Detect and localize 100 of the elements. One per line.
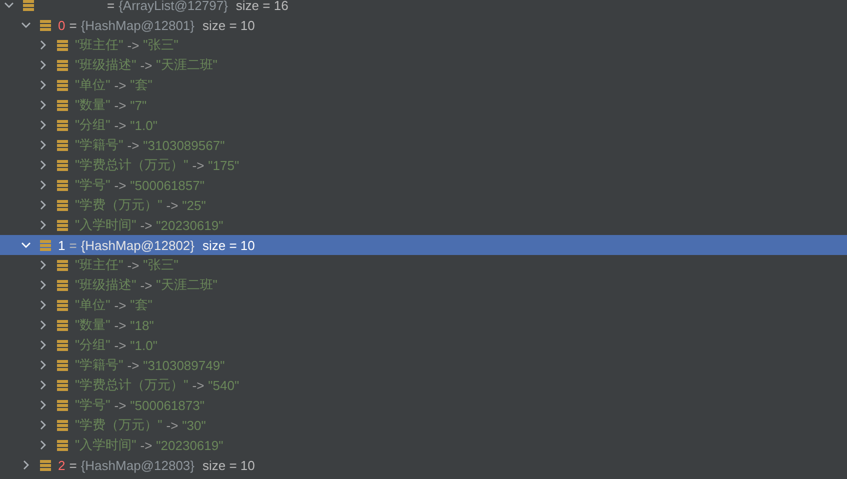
entry-key: "分组": [75, 116, 110, 134]
arrow-sign: ->: [192, 378, 204, 392]
entry-key: "学籍号": [75, 136, 124, 154]
field-icon: [57, 340, 68, 350]
field-icon: [57, 260, 68, 270]
entry-key: "数量": [75, 96, 110, 114]
entry-key: "学号": [75, 396, 110, 414]
field-icon: [23, 0, 34, 10]
chevron-right-icon[interactable]: [38, 140, 48, 150]
entry-key: "班主任": [75, 36, 124, 54]
arrow-sign: ->: [114, 338, 126, 352]
chevron-right-icon[interactable]: [38, 340, 48, 350]
size-label: size = 10: [202, 18, 255, 32]
entry-key: "班级描述": [75, 56, 136, 74]
entry-value: "天涯二班": [156, 276, 218, 294]
entry-key: "入学时间": [75, 216, 136, 234]
field-icon: [57, 100, 68, 110]
field-icon: [57, 360, 68, 370]
size-label: size = 16: [236, 0, 288, 12]
entry-key: "学号": [75, 176, 110, 194]
field-icon: [57, 400, 68, 410]
entry-key: "单位": [75, 296, 110, 314]
chevron-right-icon[interactable]: [38, 280, 48, 290]
chevron-down-icon[interactable]: [4, 0, 14, 10]
variable-index: 2: [58, 458, 66, 472]
arrow-sign: ->: [127, 38, 140, 52]
field-icon: [57, 280, 68, 290]
chevron-right-icon[interactable]: [21, 460, 31, 470]
entry-key: "学费总计（万元）": [75, 376, 188, 394]
entry-value: "175": [208, 158, 240, 172]
entry-value: "1.0": [130, 338, 158, 352]
entry-value: "30": [182, 418, 206, 432]
chevron-right-icon[interactable]: [38, 60, 48, 70]
entry-value: "张三": [143, 256, 178, 274]
object-type: {HashMap@12802}: [80, 238, 194, 252]
arrow-sign: ->: [140, 58, 152, 72]
assign-sign: =: [69, 238, 77, 252]
chevron-right-icon[interactable]: [38, 420, 48, 430]
entry-key: "学籍号": [75, 356, 124, 374]
variable-index: 1: [58, 238, 66, 252]
arrow-sign: ->: [127, 258, 140, 272]
entry-value: "张三": [143, 36, 178, 54]
chevron-right-icon[interactable]: [38, 220, 48, 230]
field-icon: [57, 120, 68, 130]
entry-value: "套": [130, 76, 152, 94]
assign-sign: =: [69, 18, 77, 32]
field-icon: [40, 460, 51, 470]
chevron-right-icon[interactable]: [38, 320, 48, 330]
arrow-sign: ->: [114, 118, 126, 132]
chevron-right-icon[interactable]: [38, 160, 48, 170]
chevron-right-icon[interactable]: [38, 80, 48, 90]
entry-value: "25": [182, 198, 206, 212]
chevron-right-icon[interactable]: [38, 40, 48, 50]
arrow-sign: ->: [114, 318, 126, 332]
chevron-right-icon[interactable]: [38, 380, 48, 390]
arrow-sign: ->: [140, 438, 152, 452]
field-icon: [57, 380, 68, 390]
chevron-right-icon[interactable]: [38, 200, 48, 210]
field-icon: [57, 60, 68, 70]
chevron-down-icon[interactable]: [21, 20, 31, 30]
chevron-down-icon[interactable]: [21, 240, 31, 250]
entry-key: "学费（万元）": [75, 416, 162, 434]
field-icon: [57, 40, 68, 50]
entry-key: "分组": [75, 336, 110, 354]
arrow-sign: ->: [140, 218, 152, 232]
field-icon: [40, 20, 51, 30]
chevron-right-icon[interactable]: [38, 260, 48, 270]
field-icon: [57, 300, 68, 310]
chevron-right-icon[interactable]: [38, 440, 48, 450]
chevron-right-icon[interactable]: [38, 100, 48, 110]
field-icon: [57, 420, 68, 430]
field-icon: [57, 80, 68, 90]
field-icon: [57, 200, 68, 210]
entry-value: "18": [130, 318, 154, 332]
chevron-right-icon[interactable]: [38, 400, 48, 410]
entry-key: "学费总计（万元）": [75, 156, 188, 174]
entry-key: "班级描述": [75, 276, 136, 294]
field-icon: [40, 240, 51, 250]
size-label: size = 10: [202, 238, 255, 252]
arrow-sign: ->: [114, 98, 126, 112]
arrow-sign: ->: [127, 358, 140, 372]
arrow-sign: ->: [166, 198, 178, 212]
object-type: {ArrayList@12797}: [118, 0, 228, 12]
entry-value: "7": [130, 98, 147, 112]
entry-value: "1.0": [130, 118, 158, 132]
entry-key: "入学时间": [75, 436, 136, 454]
arrow-sign: ->: [192, 158, 204, 172]
entry-value: "540": [208, 378, 240, 392]
selected-row[interactable]: 1 = {HashMap@12802} size = 10: [0, 235, 847, 255]
chevron-right-icon[interactable]: [38, 120, 48, 130]
assign-sign: =: [69, 458, 77, 472]
chevron-right-icon[interactable]: [38, 300, 48, 310]
entry-key: "单位": [75, 76, 110, 94]
arrow-sign: ->: [114, 78, 126, 92]
object-type: {HashMap@12801}: [80, 18, 194, 32]
chevron-right-icon[interactable]: [38, 180, 48, 190]
arrow-sign: ->: [127, 138, 140, 152]
entry-value: "天涯二班": [156, 56, 218, 74]
entry-value: "3103089567": [143, 138, 225, 152]
chevron-right-icon[interactable]: [38, 360, 48, 370]
